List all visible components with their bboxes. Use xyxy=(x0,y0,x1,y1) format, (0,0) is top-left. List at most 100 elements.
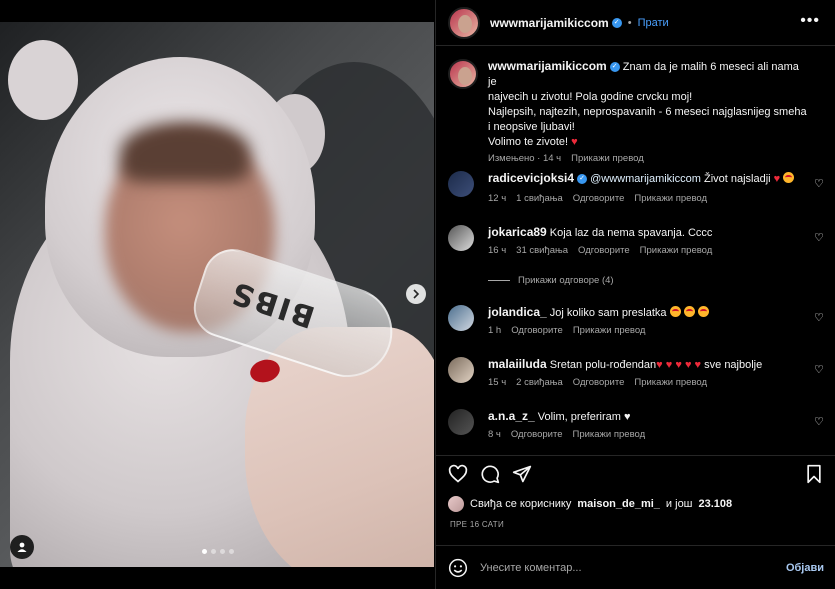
commenter-avatar[interactable] xyxy=(448,357,474,383)
carousel-dot xyxy=(229,549,234,554)
comment-meta: 1 h Одговорите Прикажи превод xyxy=(488,325,645,336)
post-timestamp[interactable]: ПРЕ 16 САТИ xyxy=(450,520,504,529)
translate-button[interactable]: Прикажи превод xyxy=(640,245,713,256)
caption-line: i neopsive ljubavi! xyxy=(488,121,575,133)
comment-text: malaiiluda Sretan polu-rođendan♥ ♥ ♥ ♥ ♥… xyxy=(488,357,808,373)
translate-button[interactable]: Прикажи превод xyxy=(573,325,646,336)
next-slide-button[interactable] xyxy=(406,284,426,304)
hood-ear-left xyxy=(8,40,78,120)
separator-dot: • xyxy=(627,16,632,29)
heart-eyes-emoji xyxy=(683,306,695,317)
likes-middle: и још xyxy=(665,498,693,510)
verified-badge-icon: ✓ xyxy=(611,17,622,28)
translate-button[interactable]: Прикажи превод xyxy=(634,377,707,388)
red-heart-emoji: ♥ xyxy=(665,359,673,371)
comment-username[interactable]: radicevicjoksi4 xyxy=(488,171,574,185)
comment-time: 16 ч xyxy=(488,245,507,256)
comment-username[interactable]: malaiiluda xyxy=(488,357,547,371)
comment-body: Volim, preferiram xyxy=(537,411,621,423)
comments-scroll-area[interactable]: wwwmarijamikiccom ✓ Znam da je malih 6 me… xyxy=(436,47,835,455)
comment-input[interactable] xyxy=(480,557,770,578)
comment-body: Joj koliko sam preslatka xyxy=(549,307,667,319)
liker-username[interactable]: maison_de_mi_ xyxy=(577,498,660,510)
emoji-icon[interactable] xyxy=(448,558,468,578)
carousel-dots xyxy=(202,549,234,554)
caption-edited-time: Измењено · 14 ч xyxy=(488,153,562,164)
comment-like-heart-icon[interactable]: ♡ xyxy=(814,177,824,190)
comment-icon[interactable] xyxy=(480,464,500,484)
likes-prefix: Свиђа се кориснику xyxy=(470,498,572,510)
post-header: wwwmarijamikiccom ✓ • Прати ••• xyxy=(436,0,835,46)
heart-eyes-emoji xyxy=(697,306,709,317)
blurred-hair xyxy=(120,122,250,182)
comment-meta: 8 ч Одговорите Прикажи превод xyxy=(488,429,645,440)
white-heart-emoji: ♥ xyxy=(623,411,631,423)
translate-button[interactable]: Прикажи превод xyxy=(571,153,644,164)
comment-likes-count[interactable]: 2 свиђања xyxy=(516,377,563,388)
comment-username[interactable]: a.n.a_z_ xyxy=(488,409,535,423)
post-side-panel: wwwmarijamikiccom ✓ • Прати ••• wwwmarij… xyxy=(435,0,835,589)
comment-body-tail: sve najbolje xyxy=(704,359,763,371)
post-media[interactable]: BIBS xyxy=(0,22,434,567)
reply-button[interactable]: Одговорите xyxy=(511,429,563,440)
commenter-avatar[interactable] xyxy=(448,171,474,197)
heart-eyes-emoji xyxy=(783,172,795,183)
heart-icon[interactable] xyxy=(448,464,468,484)
comment-meta: 16 ч 31 свиђања Одговорите Прикажи прево… xyxy=(488,245,712,256)
comment-time: 8 ч xyxy=(488,429,501,440)
bookmark-icon[interactable] xyxy=(804,464,824,484)
caption-text: wwwmarijamikiccom ✓ Znam da je malih 6 me… xyxy=(488,59,808,150)
comment-time: 15 ч xyxy=(488,377,507,388)
commenter-avatar[interactable] xyxy=(448,305,474,331)
follow-button[interactable]: Прати xyxy=(638,17,669,29)
reply-button[interactable]: Одговорите xyxy=(578,245,630,256)
comment-username[interactable]: jolandica_ xyxy=(488,305,547,319)
red-heart-emoji: ♥ xyxy=(773,173,781,185)
user-tag-button[interactable] xyxy=(10,535,34,559)
author-avatar[interactable] xyxy=(448,6,480,39)
red-heart-emoji: ♥ xyxy=(694,359,702,371)
comment-like-heart-icon[interactable]: ♡ xyxy=(814,415,824,428)
share-icon[interactable] xyxy=(512,464,532,484)
red-heart-emoji: ♥ xyxy=(656,359,663,371)
comment-meta: 12 ч 1 свиђања Одговорите Прикажи превод xyxy=(488,193,707,204)
comment-username[interactable]: jokarica89 xyxy=(488,225,547,239)
comment-like-heart-icon[interactable]: ♡ xyxy=(814,231,824,244)
carousel-dot xyxy=(211,549,216,554)
more-options-icon[interactable]: ••• xyxy=(800,12,820,30)
comment-body: Koja laz da nema spavanja. Cccc xyxy=(549,227,713,239)
verified-badge-icon: ✓ xyxy=(609,62,620,73)
comment-composer: Објави xyxy=(436,545,835,589)
red-heart-emoji: ♥ xyxy=(684,359,692,371)
author-username[interactable]: wwwmarijamikiccom xyxy=(490,16,609,30)
comment-time: 12 ч xyxy=(488,193,507,204)
translate-button[interactable]: Прикажи превод xyxy=(572,429,645,440)
translate-button[interactable]: Прикажи превод xyxy=(634,193,707,204)
post-comment-button[interactable]: Објави xyxy=(786,562,824,574)
comment-like-heart-icon[interactable]: ♡ xyxy=(814,311,824,324)
comment-text: radicevicjoksi4 ✓ @wwwmarijamikiccom Živo… xyxy=(488,171,808,187)
comment-likes-count[interactable]: 1 свиђања xyxy=(516,193,563,204)
comment-text: jokarica89 Koja laz da nema spavanja. Cc… xyxy=(488,225,808,241)
caption-line: Najlepsih, najtezih, neprospavanih - 6 m… xyxy=(488,106,807,118)
post-actions-bar xyxy=(436,455,835,493)
comment-like-heart-icon[interactable]: ♡ xyxy=(814,363,824,376)
comment-likes-count[interactable]: 31 свиђања xyxy=(516,245,568,256)
reply-button[interactable]: Одговорите xyxy=(573,377,625,388)
commenter-avatar[interactable] xyxy=(448,409,474,435)
author-avatar[interactable] xyxy=(448,59,478,89)
reply-button[interactable]: Одговорите xyxy=(573,193,625,204)
comment-body: Život najsladji xyxy=(703,173,771,185)
likes-summary: Свиђа се кориснику maison_de_mi_ и још 2… xyxy=(448,496,732,512)
next-arrow-icon xyxy=(413,289,420,299)
reply-button[interactable]: Одговорите xyxy=(511,325,563,336)
commenter-avatar[interactable] xyxy=(448,225,474,251)
view-replies-button[interactable]: Прикажи одговоре (4) xyxy=(488,275,614,286)
comment-mention[interactable]: @wwwmarijamikiccom xyxy=(590,173,701,185)
comment-meta: 15 ч 2 свиђања Одговорите Прикажи превод xyxy=(488,377,707,388)
comment-time: 1 h xyxy=(488,325,502,336)
likes-count[interactable]: 23.108 xyxy=(699,498,733,510)
caption-author[interactable]: wwwmarijamikiccom xyxy=(488,59,607,73)
liker-avatar[interactable] xyxy=(448,496,464,512)
comment-text: jolandica_ Joj koliko sam preslatka xyxy=(488,305,808,321)
